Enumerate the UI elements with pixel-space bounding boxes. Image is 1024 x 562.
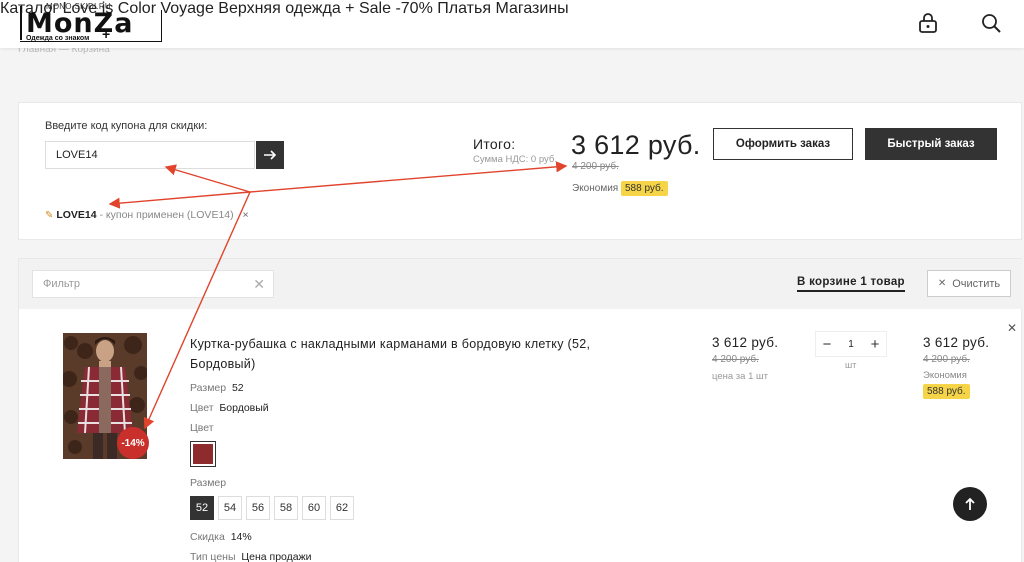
size-prop: Размер 52 bbox=[190, 382, 244, 394]
applied-coupon-code: LOVE14 bbox=[56, 209, 97, 221]
price-type-prop: Тип цены Цена продажи bbox=[190, 551, 312, 562]
color-prop-label: Цвет bbox=[190, 402, 214, 414]
applied-coupon-text: - купон применен (LOVE14) bbox=[96, 209, 234, 221]
size-option[interactable]: 62 bbox=[330, 496, 354, 520]
search-icon[interactable] bbox=[980, 12, 1002, 34]
unit-price-old: 4 200 руб. bbox=[712, 354, 759, 365]
size-option[interactable]: 52 bbox=[190, 496, 214, 520]
cart-summary-panel: Введите код купона для скидки: LOVE14 ✎ … bbox=[18, 102, 1022, 240]
color-prop: Цвет Бордовый bbox=[190, 402, 269, 414]
remove-coupon-button[interactable]: × bbox=[243, 209, 249, 221]
applied-coupon: ✎ LOVE14 - купон применен (LOVE14) × bbox=[45, 209, 249, 221]
cart-toolbar: Фильтр ✕ В корзине 1 товар ✕ Очистить bbox=[19, 259, 1023, 309]
color-swatch[interactable] bbox=[190, 441, 216, 467]
coupon-input[interactable]: LOVE14 bbox=[45, 141, 255, 169]
quantity-unit: шт bbox=[845, 360, 857, 370]
economy-label: Экономия bbox=[572, 183, 619, 194]
site-logo[interactable]: MONO-SKIDI.RU MonZa Одежда со знаком + bbox=[18, 2, 166, 46]
product-name[interactable]: Куртка-рубашка с накладными карманами в … bbox=[190, 334, 640, 374]
discount-badge: -14% bbox=[117, 427, 149, 459]
price-type-value: Цена продажи bbox=[241, 551, 312, 562]
filter-placeholder: Фильтр bbox=[43, 278, 80, 290]
economy-badge: 588 руб. bbox=[621, 181, 668, 196]
size-option[interactable]: 58 bbox=[274, 496, 298, 520]
unit-price: 3 612 руб. bbox=[712, 335, 779, 350]
color-prop-value: Бордовый bbox=[219, 402, 269, 414]
vat-amount: Сумма НДС: 0 руб. bbox=[473, 154, 557, 165]
nav-sale[interactable]: Sale -70% bbox=[359, 0, 433, 17]
size-prop-label: Размер bbox=[190, 382, 227, 394]
color-select-label: Цвет bbox=[190, 422, 214, 434]
logo-plus-icon: + bbox=[102, 26, 111, 42]
arrow-up-icon bbox=[965, 497, 975, 510]
line-economy-label: Экономия bbox=[923, 370, 967, 381]
nav-stores[interactable]: Магазины bbox=[495, 0, 568, 17]
size-select-label: Размер bbox=[190, 477, 227, 489]
quantity-value[interactable]: 1 bbox=[848, 339, 854, 350]
cart-count: В корзине 1 товар bbox=[797, 276, 905, 292]
clear-x-icon: ✕ bbox=[937, 278, 947, 289]
coupon-tag-icon: ✎ bbox=[45, 210, 54, 221]
size-prop-value: 52 bbox=[231, 382, 244, 394]
checkout-button[interactable]: Оформить заказ bbox=[713, 128, 853, 160]
per-unit-label: цена за 1 шт bbox=[712, 371, 768, 382]
swatch-fill bbox=[193, 444, 213, 464]
size-option[interactable]: 60 bbox=[302, 496, 326, 520]
clear-cart-button[interactable]: ✕ Очистить bbox=[927, 270, 1011, 297]
old-total-price: 4 200 руб. bbox=[572, 161, 619, 172]
site-header: MONO-SKIDI.RU MonZa Одежда со знаком + К… bbox=[0, 0, 1024, 48]
increase-qty-button[interactable]: + bbox=[864, 336, 886, 353]
arrow-right-icon bbox=[264, 150, 277, 160]
nav-outerwear[interactable]: Верхняя одежда + bbox=[218, 0, 354, 17]
apply-coupon-button[interactable] bbox=[256, 141, 284, 169]
price-type-label: Тип цены bbox=[190, 551, 236, 562]
quantity-stepper: − 1 + bbox=[815, 331, 887, 357]
logo-tagline: Одежда со знаком bbox=[26, 35, 90, 42]
filter-input[interactable]: Фильтр ✕ bbox=[32, 270, 274, 298]
discount-prop-value: 14% bbox=[230, 531, 252, 543]
line-total-old: 4 200 руб. bbox=[923, 354, 970, 365]
total-label: Итого: bbox=[473, 136, 516, 152]
line-economy-badge: 588 руб. bbox=[923, 384, 970, 399]
discount-prop: Скидка 14% bbox=[190, 531, 252, 543]
coupon-label: Введите код купона для скидки: bbox=[45, 120, 208, 132]
total-price: 3 612 руб. bbox=[571, 130, 701, 160]
cart-panel: Фильтр ✕ В корзине 1 товар ✕ Очистить -1… bbox=[18, 258, 1023, 562]
line-total: 3 612 руб. bbox=[923, 335, 990, 350]
size-option[interactable]: 56 bbox=[246, 496, 270, 520]
decrease-qty-button[interactable]: − bbox=[816, 336, 838, 353]
nav-dresses[interactable]: Платья bbox=[437, 0, 491, 17]
lock-icon[interactable] bbox=[917, 12, 939, 34]
size-option[interactable]: 54 bbox=[218, 496, 242, 520]
clear-filter-icon[interactable]: ✕ bbox=[253, 271, 265, 297]
remove-item-icon[interactable]: ✕ bbox=[1007, 321, 1017, 335]
size-options: 52 54 56 58 60 62 bbox=[190, 496, 354, 520]
clear-cart-label: Очистить bbox=[952, 277, 1001, 290]
scroll-top-button[interactable] bbox=[953, 487, 987, 521]
discount-prop-label: Скидка bbox=[190, 531, 225, 543]
quick-order-button[interactable]: Быстрый заказ bbox=[865, 128, 997, 160]
